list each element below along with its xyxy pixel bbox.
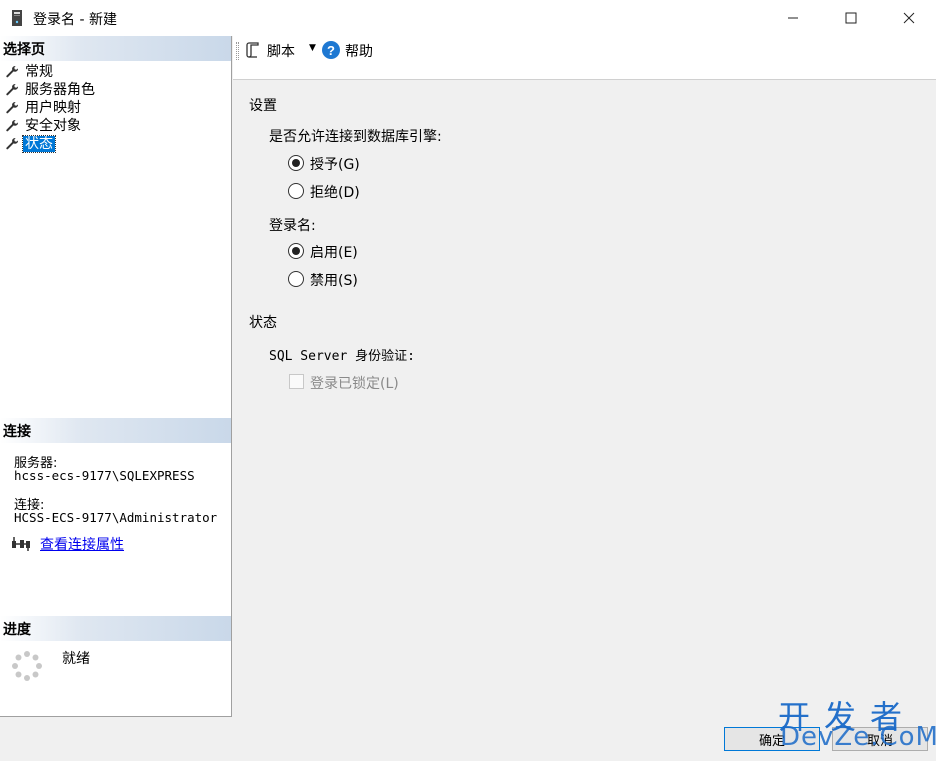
progress-status: 就绪	[62, 651, 90, 667]
progress-header: 进度	[0, 616, 231, 641]
connection-value: HCSS-ECS-9177\Administrator	[14, 510, 218, 525]
status-title: 状态	[249, 315, 277, 331]
login-title: 登录名:	[269, 218, 316, 234]
close-icon	[903, 12, 915, 24]
wrench-icon	[6, 120, 19, 132]
sidebar-item-server-roles[interactable]: 服务器角色	[5, 81, 205, 99]
connection-header: 连接	[0, 418, 231, 443]
sidebar-item-securables[interactable]: 安全对象	[5, 117, 205, 135]
deny-radio[interactable]	[288, 183, 304, 199]
deny-label[interactable]: 拒绝(D)	[310, 182, 360, 202]
view-connection-properties-link[interactable]: 查看连接属性	[40, 534, 124, 554]
toolbar: 脚本 ▼ ? 帮助	[233, 36, 936, 80]
enable-label[interactable]: 启用(E)	[310, 242, 358, 262]
window-title: 登录名 - 新建	[33, 12, 117, 28]
spinner-icon	[12, 651, 42, 681]
dropdown-arrow-icon[interactable]: ▼	[309, 43, 316, 53]
disable-radio[interactable]	[288, 271, 304, 287]
grant-radio[interactable]	[288, 155, 304, 171]
toolbar-grip	[236, 42, 239, 60]
login-locked-label: 登录已锁定(L)	[310, 376, 399, 392]
disable-label[interactable]: 禁用(S)	[310, 270, 358, 290]
minimize-icon	[788, 17, 798, 19]
wrench-icon	[6, 138, 19, 150]
script-icon[interactable]	[245, 42, 261, 58]
sidebar-item-label: 安全对象	[25, 118, 81, 134]
left-pane: 选择页 常规 服务器角色 用户映射 安全对象 状态 连接 服务器: hcss-e…	[0, 36, 232, 717]
sql-auth-label: SQL Server 身份验证:	[269, 349, 415, 364]
sidebar-item-status[interactable]: 状态	[5, 135, 205, 153]
watermark-bottom: DevZe.CoM	[780, 722, 936, 752]
enable-radio[interactable]	[288, 243, 304, 259]
db-engine-question: 是否允许连接到数据库引擎:	[269, 129, 442, 145]
connection-properties-icon	[12, 537, 30, 551]
help-icon[interactable]: ?	[321, 40, 341, 60]
status-page-content: 设置 是否允许连接到数据库引擎: 授予(G) 拒绝(D) 登录名: 启用(E) …	[233, 81, 936, 761]
server-icon	[12, 10, 22, 26]
server-value: hcss-ecs-9177\SQLEXPRESS	[14, 468, 195, 483]
wrench-icon	[6, 66, 19, 78]
title-bar: 登录名 - 新建	[0, 0, 936, 36]
sidebar-item-general[interactable]: 常规	[5, 63, 205, 81]
sidebar-item-label: 用户映射	[25, 100, 81, 116]
settings-title: 设置	[249, 98, 277, 114]
svg-text:?: ?	[327, 43, 335, 58]
maximize-icon	[845, 12, 857, 24]
sidebar-item-label: 服务器角色	[25, 82, 95, 98]
minimize-button[interactable]	[764, 0, 822, 36]
help-button[interactable]: 帮助	[345, 41, 373, 61]
sidebar-item-user-mapping[interactable]: 用户映射	[5, 99, 205, 117]
select-page-header: 选择页	[0, 36, 231, 61]
wrench-icon	[6, 84, 19, 96]
maximize-button[interactable]	[822, 0, 880, 36]
grant-label[interactable]: 授予(G)	[310, 154, 360, 174]
sidebar-item-label: 状态	[22, 135, 56, 153]
close-button[interactable]	[880, 0, 936, 36]
wrench-icon	[6, 102, 19, 114]
script-button[interactable]: 脚本	[267, 41, 295, 61]
login-locked-checkbox[interactable]	[289, 374, 304, 389]
sidebar-item-label: 常规	[25, 64, 53, 80]
